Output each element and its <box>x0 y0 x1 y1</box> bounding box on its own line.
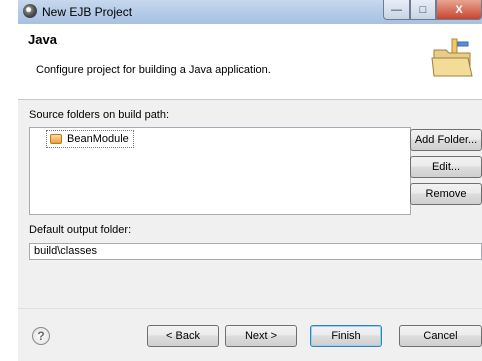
add-folder-button[interactable]: Add Folder... <box>410 129 482 151</box>
source-folder-name: BeanModule <box>67 133 129 145</box>
window-title: New EJB Project <box>42 5 133 19</box>
close-button[interactable]: X <box>436 0 482 20</box>
cancel-button[interactable]: Cancel <box>399 325 482 347</box>
help-icon[interactable]: ? <box>32 327 50 345</box>
source-folders-label: Source folders on build path: <box>29 109 170 121</box>
title-bar[interactable]: New EJB Project — □ X <box>18 0 482 24</box>
finish-button[interactable]: Finish <box>310 325 382 347</box>
back-button[interactable]: < Back <box>147 325 219 347</box>
eclipse-icon <box>23 4 37 18</box>
folder-icon <box>431 38 473 77</box>
package-folder-icon <box>50 134 62 144</box>
output-folder-input[interactable]: build\classes <box>29 243 482 260</box>
dialog-window: New EJB Project — □ X Java Configure pro… <box>18 0 482 361</box>
remove-button[interactable]: Remove <box>410 183 482 205</box>
footer-divider <box>18 308 482 309</box>
next-button[interactable]: Next > <box>225 325 297 347</box>
minimize-button[interactable]: — <box>383 0 410 20</box>
list-item[interactable]: BeanModule <box>46 130 134 148</box>
window-controls: — □ X <box>383 0 482 20</box>
page-title: Java <box>28 32 57 47</box>
wizard-header: Java Configure project for building a Ja… <box>18 24 482 100</box>
maximize-button[interactable]: □ <box>410 0 436 20</box>
source-folders-list[interactable]: BeanModule <box>29 127 411 215</box>
output-folder-label: Default output folder: <box>29 224 132 236</box>
edit-button[interactable]: Edit... <box>410 156 482 178</box>
page-description: Configure project for building a Java ap… <box>36 64 271 76</box>
